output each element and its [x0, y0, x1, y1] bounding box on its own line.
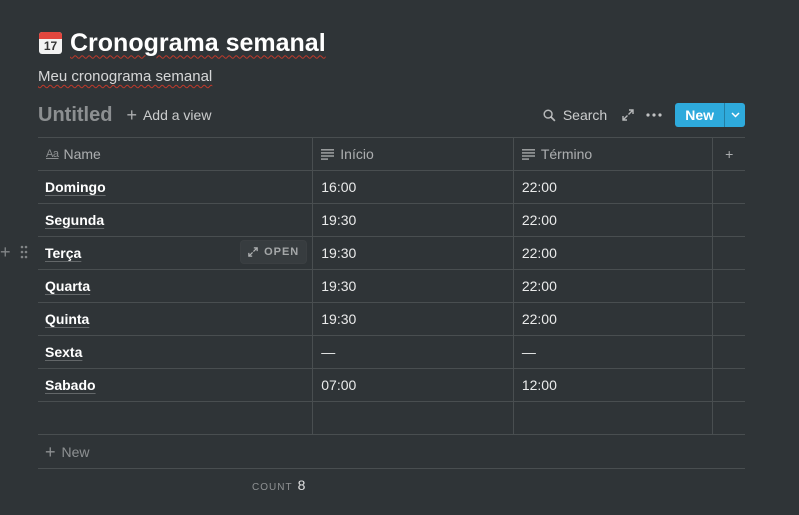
new-dropdown-button[interactable]	[724, 103, 745, 127]
name-cell[interactable]: Sabado	[38, 368, 313, 402]
plus-icon: +	[126, 104, 137, 125]
name-cell[interactable]	[38, 401, 313, 435]
inicio-cell[interactable]: —	[312, 335, 514, 369]
row-name: Quarta	[45, 278, 91, 294]
name-cell[interactable]: Quinta	[38, 302, 313, 336]
count-value: 8	[297, 477, 306, 493]
add-row-above-button[interactable]: +	[0, 243, 14, 261]
more-options-button[interactable]	[643, 104, 665, 126]
termino-cell[interactable]: 22:00	[512, 236, 713, 270]
row-name: Segunda	[45, 212, 105, 228]
add-row-button[interactable]: + New	[38, 436, 745, 469]
termino-cell[interactable]: 22:00	[512, 170, 713, 204]
expand-button[interactable]	[617, 104, 639, 126]
plus-icon: +	[45, 441, 56, 462]
empty-cell	[712, 368, 745, 402]
count-label: COUNT	[252, 482, 293, 493]
row-handles: +	[0, 243, 28, 261]
termino-cell[interactable]: 22:00	[512, 269, 713, 303]
plus-icon: +	[725, 146, 734, 162]
database-actions: Search New	[543, 103, 745, 127]
name-cell[interactable]: Terça OPEN	[38, 236, 313, 270]
title-row: 17 Cronograma semanal	[38, 26, 745, 60]
inicio-cell[interactable]: 07:00	[312, 368, 514, 402]
search-button[interactable]: Search	[543, 107, 607, 123]
termino-cell[interactable]: 22:00	[512, 203, 713, 237]
empty-cell	[712, 170, 745, 204]
row-name: Sabado	[45, 377, 96, 393]
empty-cell	[712, 203, 745, 237]
column-header-label: Name	[63, 146, 101, 162]
search-icon	[543, 108, 556, 121]
page-header: 17 Cronograma semanal Meu cronograma sem…	[38, 26, 745, 86]
empty-cell	[712, 236, 745, 270]
table-row[interactable]: Domingo 16:00 22:00	[38, 170, 745, 204]
row-name: Quinta	[45, 311, 90, 327]
text-lines-icon	[321, 148, 335, 160]
name-cell[interactable]: Segunda	[38, 203, 313, 237]
table-row[interactable]: Quinta 19:30 22:00	[38, 302, 745, 336]
more-icon	[646, 113, 662, 117]
column-header-label: Início	[340, 146, 374, 162]
page-subtitle[interactable]: Meu cronograma semanal	[38, 68, 745, 85]
empty-cell	[712, 269, 745, 303]
add-column-button[interactable]: +	[712, 137, 745, 171]
open-row-button[interactable]: OPEN	[241, 241, 307, 263]
database-table: Aa Name Início Término + Domingo 16:00 2…	[38, 137, 745, 435]
termino-cell[interactable]	[512, 401, 713, 435]
row-name: Terça	[45, 245, 82, 261]
calendar-icon[interactable]: 17	[38, 30, 64, 56]
expand-icon	[248, 247, 258, 257]
inicio-cell[interactable]: 19:30	[312, 203, 514, 237]
table-row[interactable]: Terça OPEN 19:30 22:00	[38, 236, 745, 270]
expand-icon	[622, 109, 634, 121]
search-label: Search	[562, 107, 608, 123]
new-button[interactable]: New	[675, 103, 724, 127]
empty-cell	[712, 401, 745, 435]
termino-cell[interactable]: 12:00	[512, 368, 713, 402]
add-row-label: New	[61, 444, 90, 460]
table-row[interactable]: Segunda 19:30 22:00	[38, 203, 745, 237]
new-button-group: New	[675, 103, 745, 127]
inicio-cell[interactable]	[312, 401, 514, 435]
table-row[interactable]: Sabado 07:00 12:00	[38, 368, 745, 402]
drag-handle-icon[interactable]	[20, 245, 28, 259]
inicio-cell[interactable]: 16:00	[312, 170, 514, 204]
text-aa-icon: Aa	[46, 148, 59, 160]
row-name: Sexta	[45, 344, 83, 360]
database-header: Untitled + Add a view Search New	[38, 101, 745, 129]
calendar-icon-day: 17	[43, 39, 58, 53]
database-title[interactable]: Untitled	[38, 104, 112, 127]
column-header-label: Término	[540, 146, 593, 162]
count-summary[interactable]: COUNT 8	[252, 477, 305, 493]
text-lines-icon	[521, 148, 535, 160]
add-view-label: Add a view	[142, 107, 212, 123]
name-cell[interactable]: Sexta	[38, 335, 313, 369]
termino-cell[interactable]: —	[512, 335, 713, 369]
inicio-cell[interactable]: 19:30	[312, 236, 514, 270]
table-row[interactable]: Sexta — —	[38, 335, 745, 369]
inicio-cell[interactable]: 19:30	[312, 302, 514, 336]
name-cell[interactable]: Quarta	[38, 269, 313, 303]
empty-cell	[712, 335, 745, 369]
column-header-name[interactable]: Aa Name	[38, 137, 313, 171]
column-header-termino[interactable]: Término	[512, 137, 713, 171]
open-label: OPEN	[264, 246, 300, 258]
column-header-inicio[interactable]: Início	[312, 137, 514, 171]
page-title[interactable]: Cronograma semanal	[70, 29, 326, 58]
inicio-cell[interactable]: 19:30	[312, 269, 514, 303]
table-row[interactable]	[38, 401, 745, 435]
chevron-down-icon	[730, 112, 740, 118]
name-cell[interactable]: Domingo	[38, 170, 313, 204]
add-view-button[interactable]: + Add a view	[126, 105, 211, 126]
table-header-row: Aa Name Início Término +	[38, 137, 745, 171]
table-row[interactable]: Quarta 19:30 22:00	[38, 269, 745, 303]
empty-cell	[712, 302, 745, 336]
termino-cell[interactable]: 22:00	[512, 302, 713, 336]
row-name: Domingo	[45, 179, 106, 195]
